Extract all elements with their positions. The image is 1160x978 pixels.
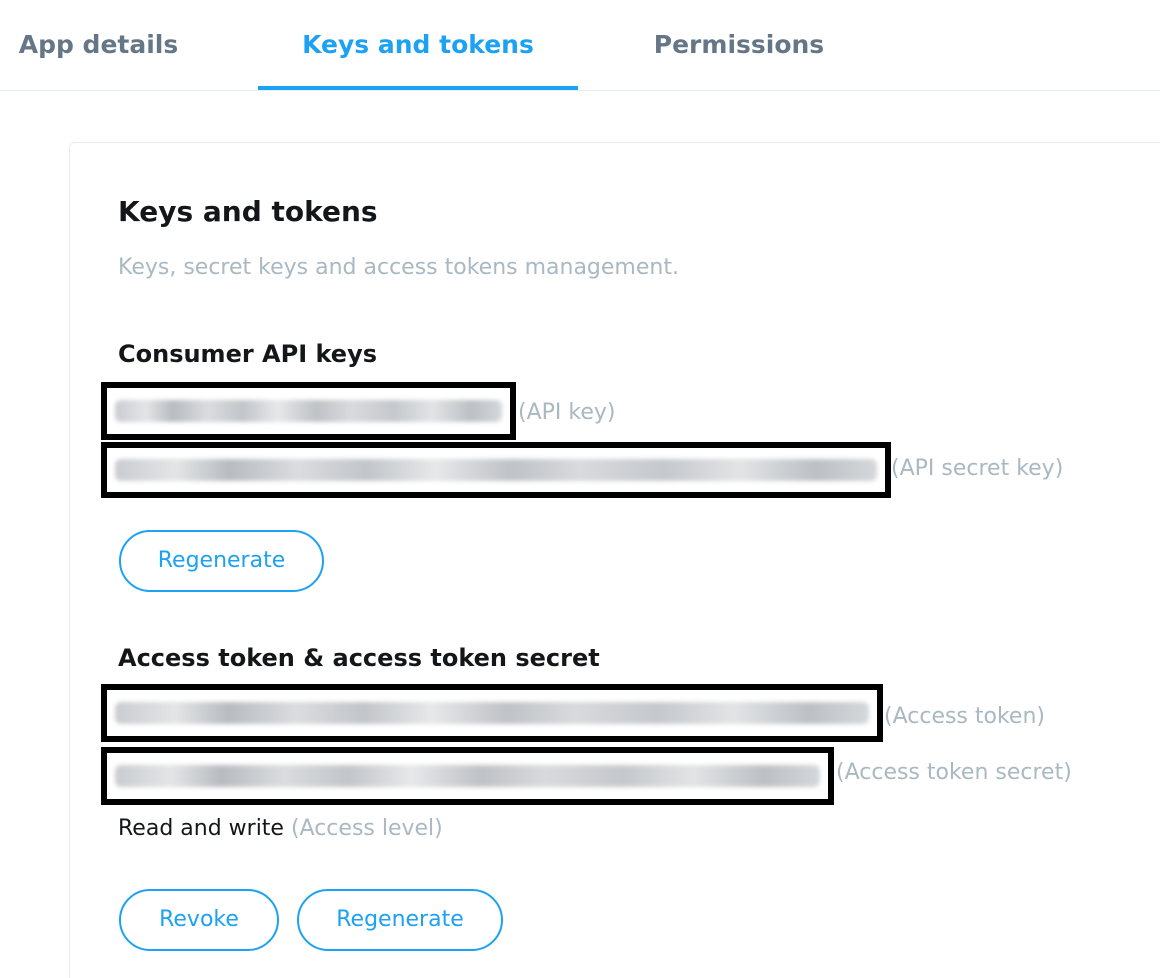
access-token-heading: Access token & access token secret: [118, 644, 600, 672]
api-key-label: (API key): [518, 400, 616, 425]
access-level-value: Read and write: [118, 816, 284, 841]
api-secret-value-redacted: [101, 442, 891, 498]
blurred-text: [115, 459, 877, 481]
blurred-text: [115, 400, 502, 422]
tab-app-details[interactable]: App details: [0, 0, 197, 90]
access-level-label: (Access level): [290, 816, 443, 841]
blurred-text: [115, 765, 820, 787]
api-key-value-redacted: [101, 382, 516, 440]
regenerate-consumer-keys-button[interactable]: Regenerate: [119, 530, 324, 592]
card-title: Keys and tokens: [118, 195, 378, 228]
app-settings-page: App details Keys and tokens Permissions …: [0, 0, 1160, 978]
blurred-text: [115, 702, 869, 724]
access-level: Read and write (Access level): [118, 816, 443, 841]
tab-bar: App details Keys and tokens Permissions: [0, 0, 1160, 91]
access-token-label: (Access token): [884, 704, 1045, 729]
card-subtitle: Keys, secret keys and access tokens mana…: [118, 255, 679, 280]
revoke-button[interactable]: Revoke: [119, 889, 279, 951]
regenerate-access-token-button[interactable]: Regenerate: [297, 889, 503, 951]
api-secret-label: (API secret key): [891, 456, 1064, 481]
consumer-keys-heading: Consumer API keys: [118, 340, 378, 368]
tab-permissions[interactable]: Permissions: [612, 0, 866, 90]
access-token-value-redacted: [101, 684, 883, 742]
tab-keys-and-tokens[interactable]: Keys and tokens: [258, 0, 578, 90]
access-secret-label: (Access token secret): [836, 760, 1072, 785]
access-secret-value-redacted: [101, 747, 834, 805]
